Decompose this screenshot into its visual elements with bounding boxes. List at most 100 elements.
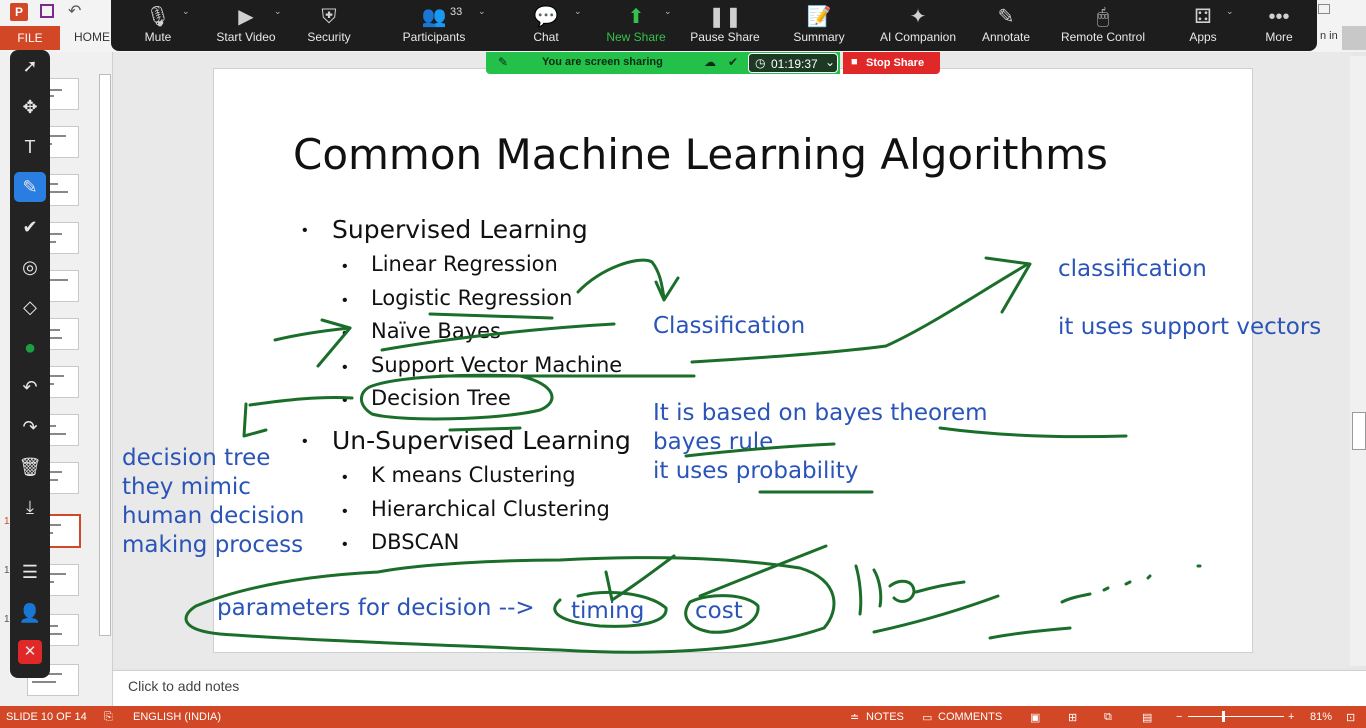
home-tab[interactable]: HOME <box>74 30 110 44</box>
share-icon: ⬆ <box>627 6 645 28</box>
bullet-dot: • <box>342 469 348 486</box>
thumbnails-scrollbar-thumb[interactable] <box>99 74 111 636</box>
bullet-dot: • <box>342 536 348 553</box>
annotation-bayes-theorem: It is based on bayes theorem <box>653 400 988 426</box>
apps-button[interactable]: ⚃ Apps ⌄ <box>1184 4 1233 44</box>
fit-slide-icon[interactable]: ⊡ <box>1346 711 1355 724</box>
chevron-down-icon[interactable]: ⌄ <box>1226 6 1234 17</box>
bullet-naive-bayes: Naïve Bayes <box>371 319 501 343</box>
notes-button[interactable]: NOTES <box>866 711 904 723</box>
bullet-supervised: Supervised Learning <box>332 215 588 244</box>
slide-scrollbar-thumb[interactable] <box>1352 412 1366 450</box>
new-share-label: New Share <box>606 30 666 44</box>
bullet-dbscan: DBSCAN <box>371 530 460 554</box>
sign-in-link[interactable]: n in <box>1320 30 1338 42</box>
text-icon[interactable]: T <box>10 137 50 158</box>
screen-sharing-text: You are screen sharing <box>542 56 663 68</box>
comments-button[interactable]: COMMENTS <box>938 711 1002 723</box>
comments-icon[interactable]: ▭ <box>922 711 932 724</box>
trash-icon[interactable]: 🗑 <box>10 457 50 478</box>
mute-button[interactable]: 🎙 Mute ⌄ <box>136 4 190 44</box>
undo-icon[interactable]: ↶ <box>68 1 81 21</box>
chevron-down-icon[interactable]: ⌄ <box>664 6 672 17</box>
zoom-slider-handle[interactable] <box>1222 711 1225 722</box>
move-icon[interactable]: ✥ <box>10 97 50 118</box>
bullet-svm: Support Vector Machine <box>371 353 623 377</box>
remote-control-button[interactable]: 🖱 Remote Control <box>1058 4 1148 44</box>
start-video-button[interactable]: ▶ Start Video ⌄ <box>214 4 281 44</box>
chat-button[interactable]: 💬 Chat ⌄ <box>524 4 581 44</box>
file-tab[interactable]: FILE <box>0 26 60 50</box>
annotation-probability: it uses probability <box>653 458 859 484</box>
annotate-button[interactable]: ✎ Annotate <box>978 4 1034 44</box>
timer-value: 01:19:37 <box>771 57 818 71</box>
pin-icon[interactable]: ✎ <box>498 55 508 69</box>
language-indicator[interactable]: ENGLISH (INDIA) <box>133 711 221 723</box>
participants-label: Participants <box>402 30 466 44</box>
slide-scrollbar[interactable] <box>1350 56 1366 666</box>
participants-button[interactable]: 👥 Participants 33 ⌄ <box>398 4 486 44</box>
stop-icon: ■ <box>851 56 858 68</box>
chevron-down-icon[interactable]: ⌄ <box>825 55 835 69</box>
security-button[interactable]: ⛨ Security <box>304 4 354 44</box>
stop-share-label: Stop Share <box>866 57 925 69</box>
chevron-down-icon[interactable]: ⌄ <box>478 6 486 17</box>
spell-check-icon[interactable]: ⎘ <box>104 711 113 724</box>
undo-icon[interactable]: ↶ <box>10 377 50 398</box>
cloud-icon: ☁ <box>704 55 716 69</box>
zoom-out-button[interactable]: − <box>1176 711 1182 723</box>
thumb-number: 1 <box>4 565 10 576</box>
close-annotation-icon[interactable]: ✕ <box>18 640 42 664</box>
notes-placeholder[interactable]: Click to add notes <box>128 678 239 694</box>
start-video-label: Start Video <box>216 30 276 44</box>
new-share-button[interactable]: ⬆ New Share ⌄ <box>604 4 671 44</box>
normal-view-icon[interactable]: ▣ <box>1030 711 1040 724</box>
select-icon[interactable]: ➚ <box>10 56 50 77</box>
stamp-check-icon[interactable]: ✔ <box>10 217 50 238</box>
reading-view-icon[interactable]: ⧉ <box>1104 711 1112 724</box>
annotation-cost: cost <box>695 598 743 624</box>
notes-icon[interactable]: ≐ <box>850 711 859 724</box>
more-icon: ••• <box>1268 6 1290 28</box>
menu-icon[interactable]: ☰ <box>10 562 50 583</box>
ai-companion-button[interactable]: ✦ AI Companion <box>876 4 960 44</box>
pen-icon[interactable]: ✎ <box>14 172 46 202</box>
annotation-decision-tree-3: human decision <box>122 503 305 529</box>
chevron-down-icon[interactable]: ⌄ <box>182 6 190 17</box>
download-icon[interactable]: ⤓ <box>10 497 50 518</box>
zoom-slider[interactable] <box>1188 716 1284 717</box>
annotation-decision-tree-2: they mimic <box>122 474 251 500</box>
clock-icon: ◷ <box>755 56 766 70</box>
bullet-dot: • <box>302 222 308 239</box>
chat-label: Chat <box>533 30 559 44</box>
summary-button[interactable]: 📝 Summary <box>788 4 850 44</box>
apps-icon: ⚃ <box>1194 6 1212 28</box>
more-button[interactable]: ••• More <box>1260 4 1298 44</box>
save-icon[interactable] <box>40 4 54 18</box>
recording-timer[interactable]: ◷ 01:19:37 ⌄ <box>748 53 838 73</box>
annotate-label: Annotate <box>981 30 1031 44</box>
status-bar: SLIDE 10 OF 14 ⎘ ENGLISH (INDIA) ≐ NOTES… <box>0 706 1366 728</box>
pause-share-button[interactable]: ❚❚ Pause Share <box>690 4 760 44</box>
slideshow-icon[interactable]: ▤ <box>1142 711 1152 724</box>
microphone-icon: 🎙 <box>145 6 171 28</box>
notes-pane[interactable] <box>113 670 1366 707</box>
spotlight-icon[interactable]: ◎ <box>10 257 50 278</box>
chat-icon: 💬 <box>533 6 559 28</box>
user-icon[interactable]: 👤 <box>10 603 50 624</box>
color-picker-icon[interactable]: ● <box>10 337 50 360</box>
redo-icon[interactable]: ↷ <box>10 417 50 438</box>
zoom-in-button[interactable]: + <box>1288 711 1294 723</box>
zoom-level[interactable]: 81% <box>1310 711 1332 723</box>
eraser-icon[interactable]: ◇ <box>10 297 50 318</box>
bullet-linear-regression: Linear Regression <box>371 252 558 276</box>
bullet-dot: • <box>342 325 348 342</box>
summary-icon: 📝 <box>806 6 832 28</box>
window-restore-icon[interactable] <box>1318 4 1330 14</box>
chevron-down-icon[interactable]: ⌄ <box>574 6 582 17</box>
avatar[interactable] <box>1342 26 1366 50</box>
more-label: More <box>1265 30 1293 44</box>
slide-sorter-icon[interactable]: ⊞ <box>1068 711 1077 724</box>
chevron-down-icon[interactable]: ⌄ <box>274 6 282 17</box>
stop-share-button[interactable]: ■ Stop Share <box>843 52 940 74</box>
